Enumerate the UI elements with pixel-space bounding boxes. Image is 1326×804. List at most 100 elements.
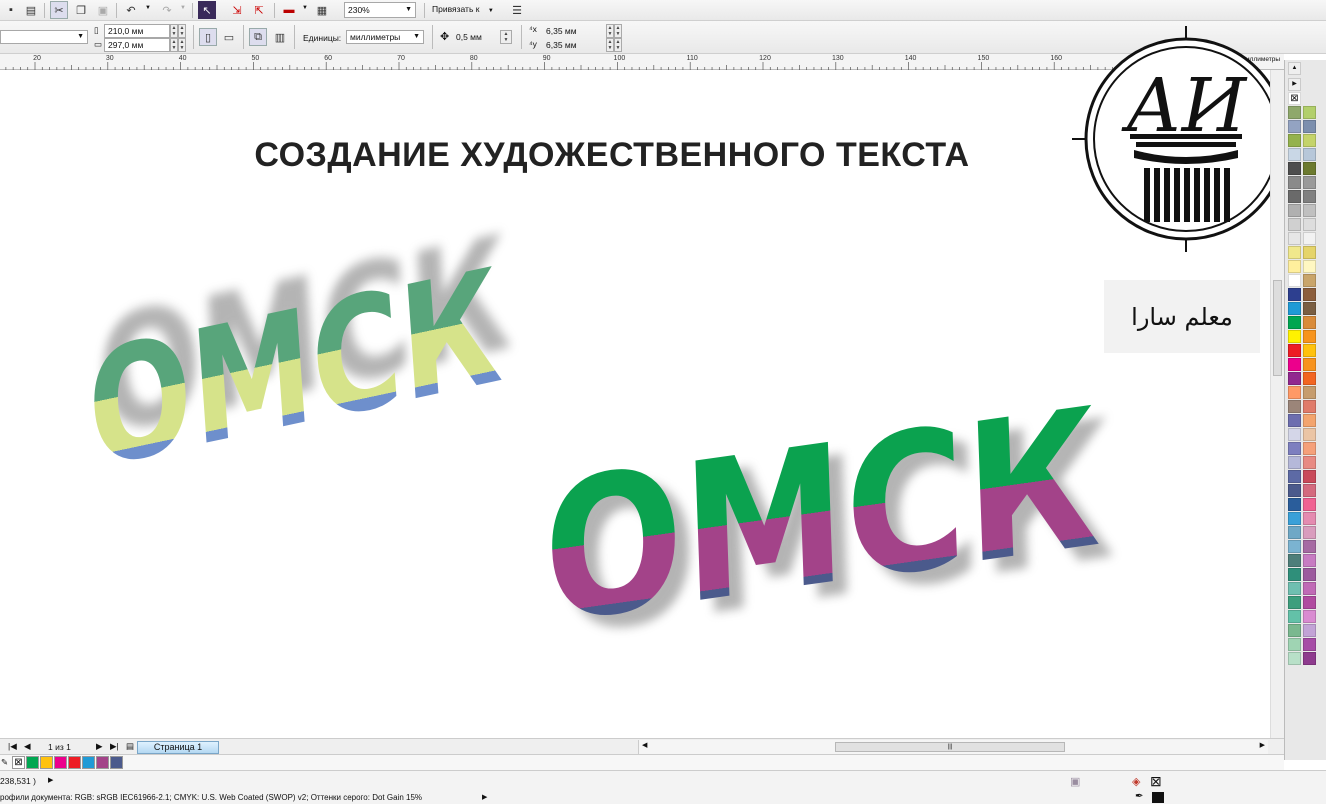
redo-icon[interactable]: ↷ [158, 1, 176, 19]
color-swatch[interactable] [1288, 134, 1301, 147]
color-swatch[interactable] [1288, 428, 1301, 441]
color-swatch[interactable] [1288, 624, 1301, 637]
color-swatch[interactable] [1303, 400, 1316, 413]
page-height-input[interactable]: 297,0 мм [104, 38, 170, 52]
color-swatch[interactable] [1288, 596, 1301, 609]
zoom-level-select[interactable]: 230% ▼ [344, 2, 416, 18]
document-color-swatch[interactable] [96, 756, 109, 769]
color-swatch[interactable] [1288, 274, 1301, 287]
color-swatch[interactable] [1288, 148, 1301, 161]
color-swatch[interactable] [1288, 372, 1301, 385]
color-swatch[interactable] [1288, 652, 1301, 665]
color-swatch[interactable] [1303, 638, 1316, 651]
color-swatch[interactable] [1288, 484, 1301, 497]
color-swatch[interactable] [1303, 260, 1316, 273]
color-swatch[interactable] [1303, 540, 1316, 553]
color-swatch[interactable] [1288, 316, 1301, 329]
color-swatch[interactable] [1303, 232, 1316, 245]
color-swatch[interactable] [1303, 582, 1316, 595]
width-spinner-alt[interactable]: ▲ ▼ [178, 24, 186, 38]
color-swatch[interactable] [1288, 442, 1301, 455]
color-swatch[interactable] [1303, 134, 1316, 147]
scroll-right-icon[interactable]: ▶ [1260, 741, 1265, 749]
color-swatch[interactable] [1288, 204, 1301, 217]
paste-icon[interactable]: ▣ [94, 1, 112, 19]
scroll-thumb[interactable] [1273, 280, 1282, 376]
options-icon[interactable]: ☰ [508, 1, 526, 19]
color-swatch[interactable] [1288, 358, 1301, 371]
color-swatch[interactable] [1288, 498, 1301, 511]
color-swatch[interactable] [1303, 246, 1316, 259]
color-swatch[interactable] [1303, 204, 1316, 217]
export-icon[interactable]: ⇱ [250, 1, 268, 19]
snap-to-button[interactable]: Привязать к ▼ [432, 4, 494, 14]
duplicate-y-input[interactable]: 6,35 мм [542, 38, 606, 52]
height-spinner[interactable]: ▲ ▼ [170, 38, 178, 52]
color-swatch[interactable] [1303, 288, 1316, 301]
color-swatch[interactable] [1288, 414, 1301, 427]
expand-icon[interactable]: ▶ [48, 776, 53, 784]
color-swatch[interactable] [1303, 330, 1316, 343]
color-swatch[interactable] [1288, 176, 1301, 189]
scroll-thumb[interactable]: ||| [835, 742, 1065, 752]
color-swatch[interactable] [1303, 512, 1316, 525]
color-swatch[interactable] [1303, 274, 1316, 287]
nudge-spinner[interactable]: ▲ ▼ [500, 30, 512, 44]
color-swatch[interactable] [1303, 358, 1316, 371]
color-swatch[interactable] [1303, 176, 1316, 189]
profiles-expand-icon[interactable]: ▶ [482, 793, 487, 801]
units-select[interactable]: миллиметры ▼ [346, 30, 424, 44]
color-swatch[interactable] [1288, 344, 1301, 357]
eyedropper-icon[interactable]: ✎ [1, 757, 8, 768]
color-swatch[interactable] [1288, 246, 1301, 259]
color-swatch[interactable] [1303, 148, 1316, 161]
color-swatch[interactable] [1288, 106, 1301, 119]
color-swatch[interactable] [1303, 624, 1316, 637]
document-palette[interactable]: ✎ ⊠ [0, 755, 1284, 770]
color-swatch[interactable] [1303, 162, 1316, 175]
tab-page-1[interactable]: Страница 1 [137, 741, 219, 754]
search-content-icon[interactable]: ↖ [198, 1, 216, 19]
color-swatch[interactable] [1303, 498, 1316, 511]
color-swatch[interactable] [1288, 162, 1301, 175]
color-swatch[interactable] [1303, 652, 1316, 665]
first-page-icon[interactable]: |◀ [8, 741, 17, 752]
color-swatch[interactable] [1288, 232, 1301, 245]
document-color-swatch[interactable] [54, 756, 67, 769]
save-icon[interactable]: ▪ [2, 1, 20, 19]
color-swatch[interactable] [1288, 540, 1301, 553]
add-page-icon[interactable]: ▤ [126, 741, 134, 752]
color-swatch[interactable] [1288, 456, 1301, 469]
next-page-icon[interactable]: ▶ [96, 741, 103, 752]
prev-page-icon[interactable]: ◀ [24, 741, 31, 752]
color-swatch[interactable] [1288, 260, 1301, 273]
art-text-omsk-2[interactable]: ОМСК ОМСК [540, 364, 1117, 680]
page-width-input[interactable]: 210,0 мм [104, 24, 170, 38]
scroll-left-icon[interactable]: ◀ [642, 741, 647, 749]
page-size-select[interactable]: ▼ [0, 30, 88, 44]
document-color-swatch[interactable] [68, 756, 81, 769]
color-swatch[interactable] [1288, 512, 1301, 525]
landscape-icon[interactable]: ▭ [220, 28, 238, 46]
all-pages-icon[interactable]: ⧉ [249, 28, 267, 46]
color-swatch[interactable] [1303, 316, 1316, 329]
publish-dropdown-icon[interactable]: ▼ [302, 5, 308, 11]
color-swatch[interactable] [1288, 568, 1301, 581]
color-swatch[interactable] [1288, 400, 1301, 413]
color-swatch[interactable] [1303, 484, 1316, 497]
dup-y-spinner-alt[interactable]: ▲ ▼ [614, 38, 622, 52]
dup-x-spinner[interactable]: ▲ ▼ [606, 24, 614, 38]
portrait-icon[interactable]: ▯ [199, 28, 217, 46]
color-swatch[interactable] [1288, 218, 1301, 231]
color-swatch[interactable] [1303, 610, 1316, 623]
color-swatch[interactable] [1303, 442, 1316, 455]
color-swatch[interactable] [1303, 456, 1316, 469]
document-color-swatch[interactable] [82, 756, 95, 769]
document-color-swatch[interactable] [110, 756, 123, 769]
color-swatch[interactable] [1303, 526, 1316, 539]
width-spinner[interactable]: ▲ ▼ [170, 24, 178, 38]
color-swatch[interactable] [1303, 414, 1316, 427]
vertical-scrollbar[interactable] [1270, 70, 1284, 740]
redo-dropdown-icon[interactable]: ▼ [180, 5, 186, 11]
cut-icon[interactable]: ✂ [50, 1, 68, 19]
